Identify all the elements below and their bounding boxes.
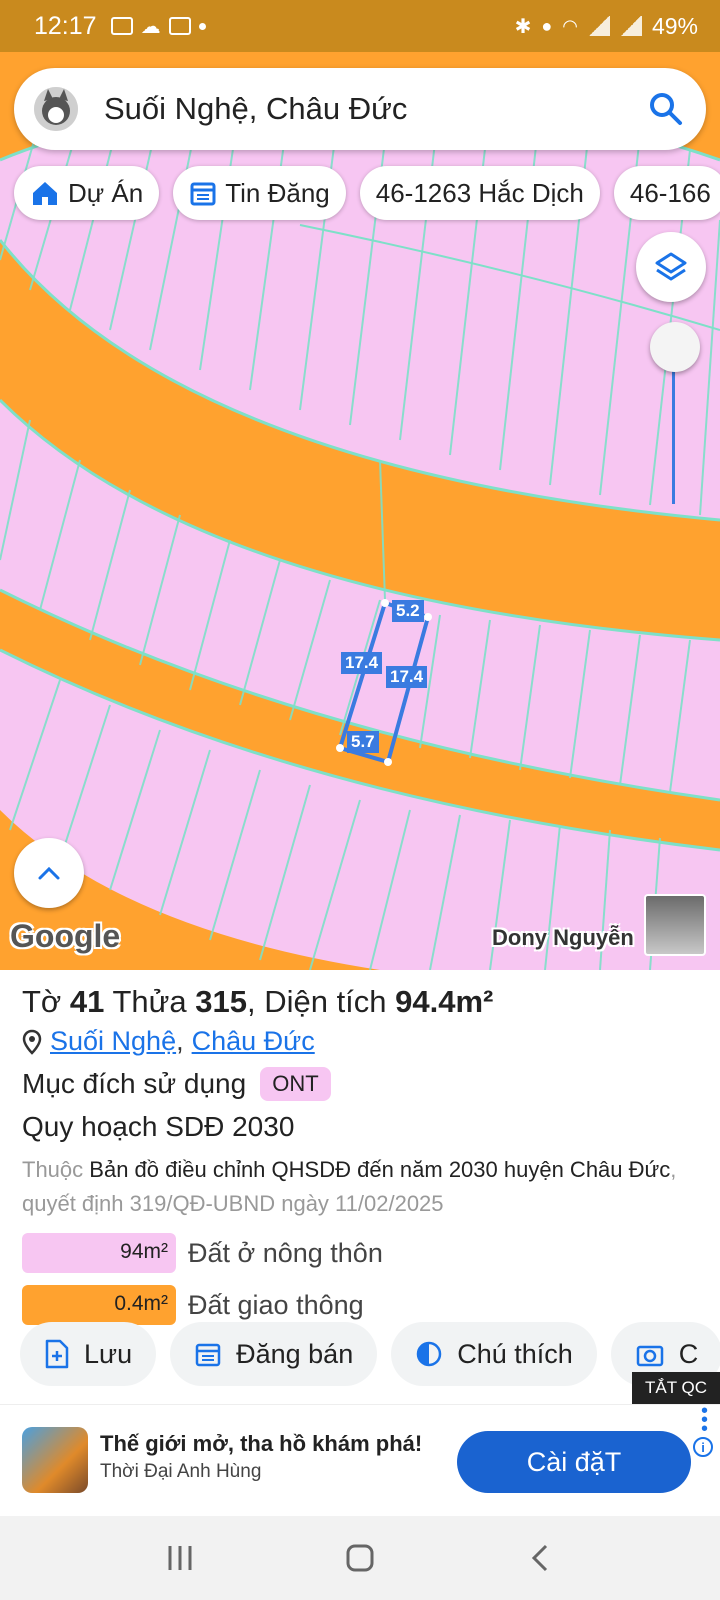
system-nav-bar	[0, 1516, 720, 1600]
camera-icon	[636, 1345, 664, 1367]
layers-button[interactable]	[636, 232, 706, 302]
legend-area: 94m²	[22, 1233, 176, 1273]
plan-description: Thuộc Bản đồ điều chỉnh QHSDĐ đến năm 20…	[22, 1157, 677, 1216]
legend-row-residential: 94m² Đất ở nông thôn	[22, 1233, 698, 1273]
chevron-up-icon	[38, 866, 60, 880]
save-icon	[45, 1339, 69, 1369]
calendar-icon	[195, 1343, 221, 1367]
opacity-slider-handle[interactable]	[650, 322, 700, 372]
ad-image	[22, 1427, 88, 1493]
search-bar[interactable]: Suối Nghệ, Châu Đức	[14, 68, 706, 150]
legend-label: Đất ở nông thôn	[188, 1237, 383, 1268]
chip-label: 46-166	[629, 177, 711, 208]
more-notifications-icon	[198, 22, 206, 30]
home-button[interactable]	[330, 1528, 390, 1588]
purpose-badge: ONT	[260, 1067, 331, 1101]
chip-du-an[interactable]: Dự Án	[14, 166, 160, 220]
search-icon[interactable]	[646, 89, 686, 129]
home-icon	[33, 182, 57, 205]
app-root: 12:17 ☁ ✱ ● ◠ 49% 5.2 17.4 17.4 5.7 Suối…	[0, 0, 720, 1600]
ad-banner[interactable]: Thế giới mở, tha hồ khám phá! Thời Đại A…	[0, 1401, 720, 1516]
chip-tin-dang[interactable]: Tin Đăng	[173, 166, 346, 220]
parcel-title: Tờ 41 Thửa 315, Diện tích 94.4m²	[22, 984, 494, 1019]
install-button[interactable]: Cài đặT	[457, 1431, 691, 1493]
chip-label: 46-1263 Hắc Dịch	[375, 177, 584, 208]
legend-row-road: 0.4m² Đất giao thông	[22, 1285, 698, 1325]
purpose-label: Mục đích sử dụng	[22, 1068, 247, 1099]
location-icon: ●	[541, 15, 553, 36]
cloud-icon: ☁	[140, 15, 161, 38]
google-logo: Google	[10, 918, 121, 954]
recent-apps-button[interactable]	[150, 1528, 210, 1588]
recent-apps-icon	[168, 1546, 192, 1570]
legend-button[interactable]: Chú thích	[391, 1322, 597, 1386]
layers-icon	[655, 252, 687, 281]
wifi-icon: ◠	[562, 15, 578, 36]
filter-chips: Dự Án Tin Đăng 46-1263 Hắc Dịch 46-166	[14, 166, 720, 220]
parcel-location: Suối Nghệ, Châu Đức	[22, 1026, 698, 1057]
measure-right: 17.4	[386, 666, 428, 688]
ad-subtitle: Thời Đại Anh Hùng	[100, 1461, 262, 1482]
chip-parcel-1[interactable]: 46-1263 Hắc Dịch	[359, 166, 600, 220]
legend-area: 0.4m²	[22, 1285, 176, 1325]
pin-icon	[22, 1029, 42, 1055]
commune-link[interactable]: Suối Nghệ	[50, 1026, 176, 1057]
status-time: 12:17	[34, 11, 97, 40]
chip-label: Dự Án	[68, 177, 144, 208]
ad-title: Thế giới mở, tha hồ khám phá!	[100, 1431, 423, 1456]
chip-parcel-2[interactable]: 46-166	[613, 166, 720, 220]
purpose-row: Mục đích sử dụng ONT	[22, 1067, 698, 1101]
owner-photo[interactable]	[644, 894, 706, 956]
app-notification-icon	[168, 17, 191, 35]
legend-label: Đất giao thông	[188, 1289, 364, 1320]
back-button[interactable]	[510, 1528, 570, 1588]
battery-level: 49%	[651, 12, 698, 39]
expand-button[interactable]	[14, 838, 84, 908]
hide-ad-button[interactable]: TẮT QC	[632, 1372, 720, 1404]
status-bar: 12:17 ☁ ✱ ● ◠ 49%	[0, 0, 720, 52]
district-link[interactable]: Châu Đức	[192, 1026, 315, 1057]
gallery-icon	[110, 17, 133, 35]
owner-name: Dony Nguyễn	[492, 925, 634, 950]
measure-bottom: 5.7	[347, 731, 379, 753]
plan-title: Quy hoạch SDĐ 2030	[22, 1111, 295, 1142]
home-nav-icon	[346, 1544, 374, 1572]
ad-menu-icon[interactable]: • • •	[701, 1401, 708, 1439]
signal-icon	[587, 16, 610, 36]
contrast-icon	[416, 1341, 442, 1367]
save-button[interactable]: Lưu	[20, 1322, 157, 1386]
avatar[interactable]	[34, 87, 78, 131]
post-sale-button[interactable]: Đăng bán	[170, 1322, 378, 1386]
measure-top: 5.2	[392, 600, 424, 622]
calendar-icon	[190, 182, 216, 206]
chip-label: Tin Đăng	[225, 177, 330, 208]
action-buttons: Lưu Đăng bán Chú thích C	[20, 1322, 720, 1386]
search-query[interactable]: Suối Nghệ, Châu Đức	[104, 91, 646, 127]
measure-left: 17.4	[341, 652, 383, 674]
signal-icon-2	[619, 16, 642, 36]
bluetooth-icon: ✱	[514, 15, 532, 38]
ad-info-icon[interactable]: i	[693, 1437, 713, 1457]
back-icon	[531, 1544, 548, 1572]
